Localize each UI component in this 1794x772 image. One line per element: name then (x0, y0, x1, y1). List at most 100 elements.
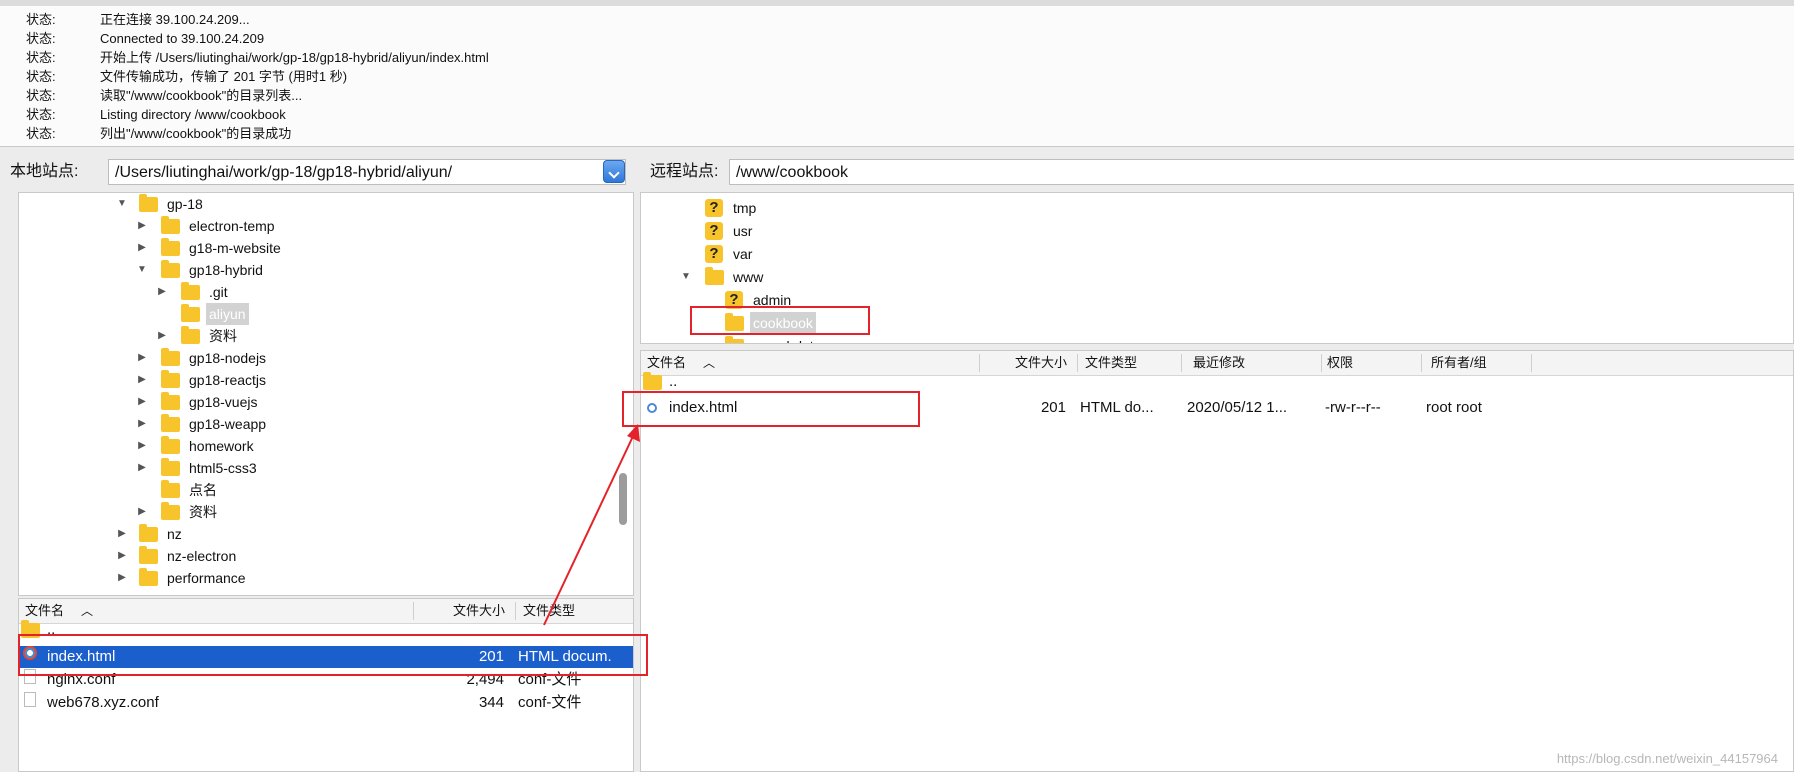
sort-ascending-icon: ︿ (81, 604, 94, 618)
log-message: 正在连接 39.100.24.209... (100, 12, 250, 27)
folder-icon (161, 260, 180, 278)
remote-site-bar: 远程站点: /www/cookbook (640, 155, 1794, 189)
tree-item-label: gp18-vuejs (189, 394, 258, 410)
unknown-folder-icon: ? (705, 222, 723, 240)
collapsed-arrow-icon[interactable]: ▶ (135, 237, 149, 259)
tree-item-label: gp18-reactjs (189, 372, 267, 388)
local-path-field[interactable]: /Users/liutinghai/work/gp-18/gp18-hybrid… (108, 159, 626, 185)
folder-icon (161, 238, 180, 256)
tree-item-label: 资料 (209, 328, 237, 344)
collapsed-arrow-icon[interactable]: ▶ (135, 369, 149, 391)
folder-icon (161, 502, 180, 520)
local-site-bar: 本地站点: /Users/liutinghai/work/gp-18/gp18-… (0, 155, 634, 189)
column-header-type[interactable]: 文件类型 (1085, 351, 1137, 375)
log-message: Listing directory /www/cookbook (100, 107, 286, 122)
tree-item-label: 资料 (189, 504, 217, 520)
log-message: 读取"/www/cookbook"的目录列表... (100, 88, 303, 103)
folder-icon (161, 370, 180, 388)
log-label: 状态: (26, 12, 56, 27)
highlight-box-remote-folder (690, 306, 870, 335)
tree-item-label: www (733, 269, 764, 285)
collapsed-arrow-icon[interactable]: ▶ (135, 457, 149, 479)
log-label: 状态: (26, 88, 56, 103)
remote-path-field[interactable]: /www/cookbook (729, 159, 1794, 185)
tree-item-label: aliyun (206, 303, 249, 325)
folder-icon (139, 546, 158, 564)
column-header-size[interactable]: 文件大小 (453, 599, 505, 623)
folder-icon (139, 568, 158, 586)
collapsed-arrow-icon[interactable]: ▶ (135, 347, 149, 369)
folder-icon (725, 336, 744, 343)
file-size: 201 (1040, 399, 1066, 416)
log-label: 状态: (26, 69, 56, 84)
collapsed-arrow-icon[interactable]: ▶ (135, 501, 149, 523)
remote-list-header: 文件名 ︿ 文件大小 文件类型 最近修改 权限 所有者/组 (641, 351, 1793, 376)
log-message: Connected to 39.100.24.209 (100, 31, 265, 46)
log-message: 开始上传 /Users/liutinghai/work/gp-18/gp18-h… (100, 50, 489, 65)
collapsed-arrow-icon[interactable]: ▶ (155, 281, 169, 303)
collapsed-arrow-icon[interactable]: ▶ (115, 523, 129, 545)
folder-icon (705, 267, 724, 285)
expanded-arrow-icon[interactable]: ▼ (115, 193, 129, 215)
local-site-label: 本地站点: (10, 163, 79, 180)
tree-item-label: gp18-hybrid (189, 262, 263, 278)
column-header-modified[interactable]: 最近修改 (1193, 351, 1245, 375)
column-header-owner[interactable]: 所有者/组 (1431, 351, 1487, 375)
status-log-panel: 状态: 正在连接 39.100.24.209... 状态: Connected to… (0, 6, 1794, 147)
tree-item-label: nz (167, 526, 182, 542)
tree-item-label: performance (167, 570, 246, 586)
column-header-permissions[interactable]: 权限 (1327, 351, 1353, 375)
collapsed-arrow-icon[interactable]: ▶ (135, 215, 149, 237)
column-header-size[interactable]: 文件大小 (1015, 351, 1067, 375)
tree-item-label: nz-electron (167, 548, 237, 564)
tree-item-label: .git (209, 284, 228, 300)
watermark: https://blog.csdn.net/weixin_44157964 (1556, 751, 1778, 766)
file-type: HTML do... (1080, 399, 1154, 416)
tree-item-label: html5-css3 (189, 460, 257, 476)
column-divider[interactable] (1321, 354, 1322, 372)
tree-item-label: gp18-nodejs (189, 350, 267, 366)
expanded-arrow-icon[interactable]: ▼ (135, 259, 149, 281)
folder-icon (181, 326, 200, 344)
sort-ascending-icon: ︿ (703, 356, 716, 370)
parent-dir-label: .. (669, 373, 678, 390)
collapsed-arrow-icon[interactable]: ▶ (135, 435, 149, 457)
column-divider[interactable] (979, 354, 980, 372)
collapsed-arrow-icon[interactable]: ▶ (115, 567, 129, 589)
column-divider[interactable] (413, 602, 414, 620)
column-header-name[interactable]: 文件名 (25, 599, 64, 623)
folder-icon (161, 414, 180, 432)
table-row[interactable]: web678.xyz.conf 344 conf-文件 (19, 692, 633, 714)
log-label: 状态: (26, 31, 56, 46)
tree-item-label: gp18-weapp (189, 416, 267, 432)
highlight-box-local-file (18, 634, 648, 676)
log-message: 列出"/www/cookbook"的目录成功 (100, 126, 292, 141)
log-label: 状态: (26, 50, 56, 65)
folder-icon (161, 458, 180, 476)
tree-item-label: mysql-data (753, 335, 821, 343)
file-size: 344 (478, 694, 504, 711)
column-divider[interactable] (515, 602, 516, 620)
tree-item-label: electron-temp (189, 218, 275, 234)
folder-icon (139, 524, 158, 542)
collapsed-arrow-icon[interactable]: ▶ (135, 413, 149, 435)
column-divider[interactable] (1077, 354, 1078, 372)
column-divider[interactable] (1531, 354, 1532, 372)
file-owner: root root (1426, 399, 1482, 416)
column-header-name[interactable]: 文件名 (647, 351, 686, 375)
tree-item-label: g18-m-website (189, 240, 281, 256)
collapsed-arrow-icon[interactable]: ▶ (155, 325, 169, 347)
collapsed-arrow-icon[interactable]: ▶ (115, 545, 129, 567)
folder-icon (161, 216, 180, 234)
tree-item-label: 点名 (189, 482, 217, 498)
file-type: conf-文件 (518, 694, 582, 711)
folder-icon (181, 282, 200, 300)
tree-item-label: usr (733, 223, 753, 239)
column-divider[interactable] (1181, 354, 1182, 372)
column-divider[interactable] (1421, 354, 1422, 372)
collapsed-arrow-icon[interactable]: ▶ (135, 391, 149, 413)
document-icon (24, 692, 36, 707)
local-path-dropdown-button[interactable] (603, 160, 625, 183)
expanded-arrow-icon[interactable]: ▼ (679, 266, 693, 288)
folder-icon (139, 194, 158, 212)
